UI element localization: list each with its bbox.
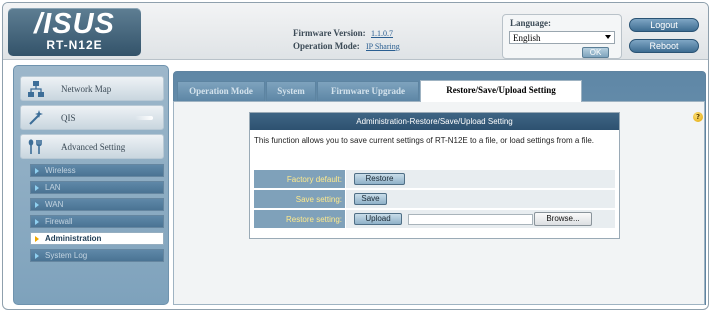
sidebar-item-advanced-setting[interactable]: Advanced Setting	[20, 134, 164, 159]
qis-wand-icon	[29, 110, 43, 125]
brand-logo-text: /ISUS	[34, 8, 115, 40]
sidebar-item-label: Network Map	[61, 84, 112, 94]
dropdown-arrow-icon	[605, 35, 611, 39]
sidebar-item-qis[interactable]: QIS	[20, 105, 164, 130]
sidebar-item-label: Advanced Setting	[61, 142, 126, 152]
save-setting-label: Save setting:	[254, 190, 345, 209]
save-setting-row: Save	[346, 190, 615, 209]
language-select[interactable]: English	[509, 31, 615, 44]
arrow-right-icon	[35, 219, 39, 225]
asus-logo: /ISUS RT-N12E	[8, 8, 141, 56]
language-ok-button[interactable]: OK	[582, 47, 609, 58]
sidebar-item-wireless[interactable]: Wireless	[30, 164, 164, 177]
sidebar-subitem-label: WAN	[45, 200, 64, 209]
header-bar: /ISUS RT-N12E Firmware Version: 1.1.0.7 …	[3, 3, 708, 60]
reboot-button[interactable]: Reboot	[629, 39, 699, 53]
logout-button[interactable]: Logout	[629, 18, 699, 32]
language-label: Language:	[510, 18, 552, 28]
panel-description: This function allows you to save current…	[254, 136, 595, 145]
operation-mode-link[interactable]: IP Sharing	[366, 42, 400, 51]
arrow-right-icon	[35, 202, 39, 208]
arrow-right-icon	[35, 236, 39, 242]
factory-default-row: Restore	[346, 170, 615, 189]
sidebar-item-administration[interactable]: Administration	[30, 232, 164, 245]
network-map-icon	[28, 81, 44, 97]
language-selected-value: English	[513, 33, 541, 43]
file-path-input[interactable]	[408, 214, 533, 225]
model-name: RT-N12E	[46, 38, 103, 52]
advanced-setting-icon	[28, 139, 42, 154]
arrow-right-icon	[35, 185, 39, 191]
sidebar-item-label: QIS	[61, 113, 76, 123]
save-button[interactable]: Save	[354, 193, 387, 205]
restore-setting-label: Restore setting:	[254, 210, 345, 229]
restore-setting-row: Upload Browse...	[346, 210, 615, 229]
firmware-version-link[interactable]: 1.1.0.7	[371, 29, 393, 38]
restore-button[interactable]: Restore	[354, 173, 405, 185]
arrow-right-icon	[35, 168, 39, 174]
factory-default-label: Factory default:	[254, 170, 345, 189]
sidebar-subitem-label: Firewall	[45, 217, 73, 226]
arrow-right-icon	[35, 253, 39, 259]
content-area: ? Administration-Restore/Save/Upload Set…	[173, 101, 705, 305]
upload-button[interactable]: Upload	[354, 213, 402, 225]
firmware-version-label: Firmware Version:	[293, 28, 366, 38]
router-admin-window: /ISUS RT-N12E Firmware Version: 1.1.0.7 …	[2, 2, 709, 310]
tab-restore-save-upload-setting[interactable]: Restore/Save/Upload Setting	[420, 80, 582, 102]
sidebar-item-wan[interactable]: WAN	[30, 198, 164, 211]
sidebar-menu: Network Map QIS Advanced Setting Wireles…	[13, 65, 169, 305]
sidebar-subitem-label: Administration	[45, 234, 102, 243]
panel-title: Administration-Restore/Save/Upload Setti…	[250, 113, 619, 130]
sidebar-subitem-label: System Log	[45, 251, 88, 260]
qis-glow-decoration	[135, 116, 153, 120]
sidebar-subitem-label: Wireless	[45, 166, 76, 175]
admin-settings-box: Administration-Restore/Save/Upload Setti…	[249, 112, 620, 239]
sidebar-item-system-log[interactable]: System Log	[30, 249, 164, 262]
tab-operation-mode[interactable]: Operation Mode	[177, 81, 265, 101]
browse-button[interactable]: Browse...	[534, 212, 592, 226]
help-icon[interactable]: ?	[693, 112, 703, 122]
sidebar-item-firewall[interactable]: Firewall	[30, 215, 164, 228]
sidebar-item-network-map[interactable]: Network Map	[20, 76, 164, 101]
operation-mode-label: Operation Mode:	[293, 41, 360, 51]
language-panel: Language: English OK	[502, 14, 622, 59]
sidebar-item-lan[interactable]: LAN	[30, 181, 164, 194]
tab-system[interactable]: System	[266, 81, 316, 101]
tab-firmware-upgrade[interactable]: Firmware Upgrade	[317, 81, 419, 101]
sidebar-subitem-label: LAN	[45, 183, 61, 192]
